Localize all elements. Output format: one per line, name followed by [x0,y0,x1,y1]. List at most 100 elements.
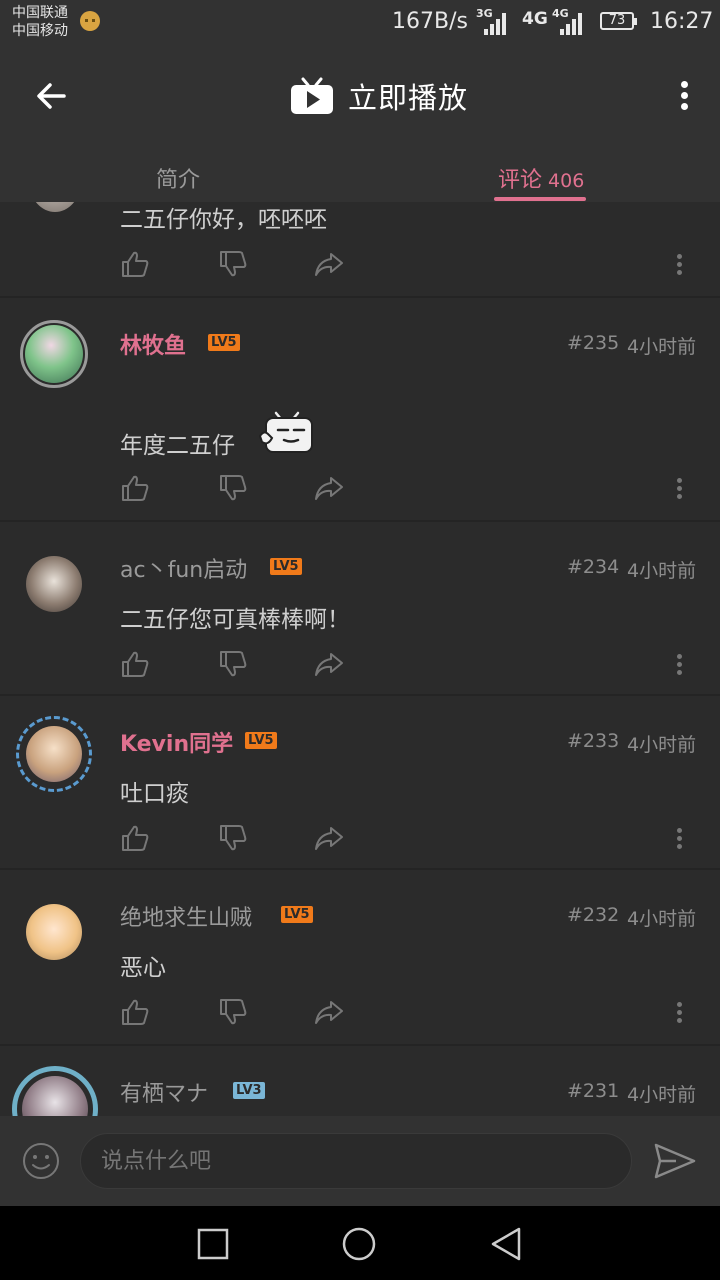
back-button[interactable] [30,74,74,118]
comment-input[interactable] [80,1133,632,1189]
like-icon[interactable] [120,650,150,678]
smiley-icon[interactable] [22,1142,60,1180]
avatar[interactable] [26,904,82,960]
comment-text: 二五仔您可真棒棒啊！ [120,607,350,633]
share-icon[interactable] [314,998,344,1026]
network-speed: 167B/s [392,9,468,34]
carrier-2: 中国移动 [12,23,68,39]
comment-time: 4小时前 [627,908,697,930]
like-icon[interactable] [120,474,150,502]
send-icon[interactable] [654,1142,696,1180]
carrier-labels: 中国联通 中国移动 [12,4,68,40]
comment-username[interactable]: ac丶fun启动 [120,552,247,584]
status-bar: 中国联通 中国移动 167B/s 3G 4G 4G 73 16:27 [0,0,720,46]
screen: 中国联通 中国移动 167B/s 3G 4G 4G 73 16:27 立即播放 … [0,0,720,1280]
carrier-1: 中国联通 [12,5,68,21]
level-badge: LV5 [270,558,302,575]
tab-comments-label: 评论 [498,168,543,193]
comment-text: 年度二五仔 [120,433,235,459]
system-nav-bar [0,1206,720,1280]
comment-more-button[interactable] [676,652,682,680]
comment-more-button[interactable] [676,252,682,280]
comment-more-button[interactable] [676,826,682,854]
tab-bar: 简介 评论 406 [0,146,720,202]
comment-list[interactable]: 二五仔你好，呸呸呸 林牧鱼 LV5 #235 4小时前 年度二五仔 ac丶fun… [0,202,720,1116]
tv-play-icon [291,77,333,114]
signal-4g-tag-2: 4G [552,7,569,20]
tv-mascot-emoji [258,411,313,453]
more-vertical-icon [676,654,682,675]
comment-username[interactable]: Kevin同学 [120,726,233,758]
triangle-back-icon[interactable] [488,1226,524,1262]
signal-4g-tag-1: 4G [522,9,548,29]
more-vertical-icon [676,828,682,849]
level-badge: LV5 [208,334,240,351]
like-icon[interactable] [120,250,150,278]
tab-intro[interactable]: 简介 [156,162,200,194]
floor-number: #235 [567,332,620,354]
avatar[interactable] [26,726,82,782]
more-vertical-icon [676,254,682,275]
floor-number: #234 [567,556,620,578]
circle-icon[interactable] [341,1226,377,1262]
comment-text: 二五仔你好，呸呸呸 [120,207,327,233]
comment-username[interactable]: 有栖マナ [120,1076,208,1108]
like-icon[interactable] [120,824,150,852]
dislike-icon[interactable] [218,250,248,278]
comment-text: 恶心 [120,955,166,981]
comment-time: 4小时前 [627,336,697,358]
more-vertical-icon [676,1002,682,1023]
floor-number: #231 [567,1080,620,1102]
avatar[interactable] [25,325,83,383]
dislike-icon[interactable] [218,650,248,678]
dislike-icon[interactable] [218,824,248,852]
signal-3g-icon: 3G [476,7,510,35]
level-badge: LV5 [245,732,277,749]
tab-comments-count: 406 [548,170,585,192]
signal-3g-tag: 3G [476,7,493,20]
avatar[interactable] [30,202,80,212]
comment-more-button[interactable] [676,1000,682,1028]
dislike-icon[interactable] [218,998,248,1026]
tab-comments[interactable]: 评论 406 [498,162,584,194]
comment-input-bar [0,1116,720,1206]
square-icon[interactable] [195,1226,231,1262]
message-notification-icon [80,11,100,31]
page-title: 立即播放 [348,81,469,115]
level-badge: LV3 [233,1082,265,1099]
comment-time: 4小时前 [627,1084,697,1106]
arrow-left-icon [37,83,66,109]
more-vertical-icon [672,81,696,110]
comment-username[interactable]: 绝地求生山贼 [120,900,252,932]
share-icon[interactable] [314,824,344,852]
level-badge: LV5 [281,906,313,923]
share-icon[interactable] [314,250,344,278]
tab-indicator [494,197,586,201]
more-options-button[interactable] [672,78,696,114]
comment-time: 4小时前 [627,734,697,756]
dislike-icon[interactable] [218,474,248,502]
app-bar: 立即播放 [0,46,720,146]
comment-item: 有栖マナ LV3 #231 4小时前 [0,1046,720,1116]
like-icon[interactable] [120,998,150,1026]
more-vertical-icon [676,478,682,499]
avatar[interactable] [26,556,82,612]
comment-item: 绝地求生山贼 LV5 #232 4小时前 恶心 [0,870,720,1046]
comment-more-button[interactable] [676,476,682,504]
battery-icon: 73 [600,12,637,30]
status-clock: 16:27 [650,9,714,34]
signal-4g-icon: 4G [522,9,548,35]
comment-time: 4小时前 [627,560,697,582]
floor-number: #233 [567,730,620,752]
play-now-button[interactable]: 立即播放 [290,74,468,118]
share-icon[interactable] [314,650,344,678]
comment-item: 二五仔你好，呸呸呸 [0,202,720,298]
floor-number: #232 [567,904,620,926]
comment-item: 林牧鱼 LV5 #235 4小时前 年度二五仔 [0,298,720,522]
comment-item: ac丶fun启动 LV5 #234 4小时前 二五仔您可真棒棒啊！ [0,522,720,696]
comment-text: 吐口痰 [120,781,189,807]
comment-username[interactable]: 林牧鱼 [120,328,186,360]
share-icon[interactable] [314,474,344,502]
signal-4g-bars-icon: 4G [552,7,586,35]
comment-item: Kevin同学 LV5 #233 4小时前 吐口痰 [0,696,720,870]
